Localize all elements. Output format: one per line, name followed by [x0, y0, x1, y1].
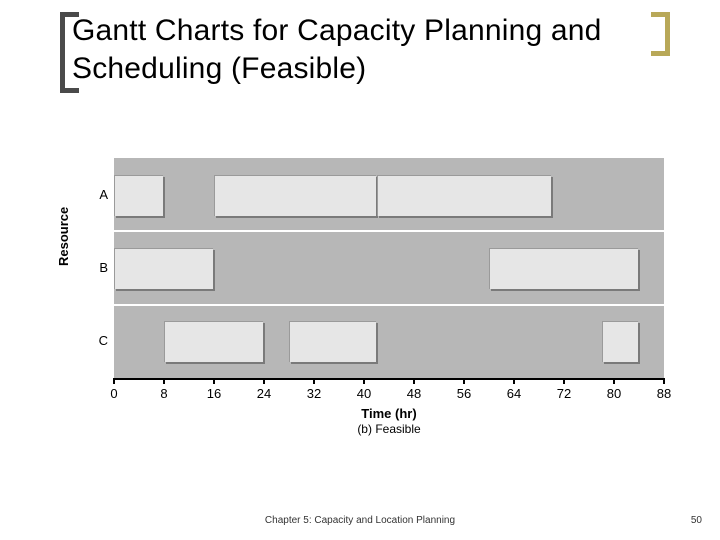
- x-tick-label: 72: [557, 386, 571, 401]
- x-axis-label: Time (hr): [114, 406, 664, 421]
- x-tick-label: 80: [607, 386, 621, 401]
- x-tick-label: 0: [110, 386, 117, 401]
- x-tick-label: 24: [257, 386, 271, 401]
- category-label: A: [90, 187, 108, 202]
- x-tick: [563, 378, 565, 384]
- gantt-bar: [602, 321, 639, 362]
- plot-area: [114, 158, 664, 378]
- footer-chapter: Chapter 5: Capacity and Location Plannin…: [0, 515, 720, 526]
- gantt-bar: [114, 175, 163, 216]
- title-bracket-left-icon: [60, 12, 79, 93]
- x-axis-line: [114, 378, 664, 380]
- gantt-bar: [289, 321, 376, 362]
- gantt-bar: [214, 175, 376, 216]
- x-tick-label: 40: [357, 386, 371, 401]
- x-tick-label: 64: [507, 386, 521, 401]
- x-tick: [313, 378, 315, 384]
- x-tick-label: 32: [307, 386, 321, 401]
- category-label: C: [90, 333, 108, 348]
- x-tick-label: 88: [657, 386, 671, 401]
- x-tick: [263, 378, 265, 384]
- slide-title-block: Gantt Charts for Capacity Planning and S…: [72, 12, 660, 87]
- row-divider: [114, 304, 664, 306]
- x-tick-label: 16: [207, 386, 221, 401]
- x-tick: [363, 378, 365, 384]
- gantt-bar: [114, 248, 213, 289]
- x-tick: [163, 378, 165, 384]
- footer-page-number: 50: [691, 515, 702, 526]
- gantt-bar: [164, 321, 263, 362]
- x-tick: [213, 378, 215, 384]
- x-tick: [513, 378, 515, 384]
- x-tick: [463, 378, 465, 384]
- row-divider: [114, 230, 664, 232]
- x-tick: [413, 378, 415, 384]
- x-tick: [113, 378, 115, 384]
- category-label: B: [90, 260, 108, 275]
- gantt-chart: Resource Time (hr) (b) Feasible A B C 0 8 16 2…: [58, 158, 664, 438]
- chart-subtitle: (b) Feasible: [114, 422, 664, 436]
- x-tick-label: 48: [407, 386, 421, 401]
- gantt-bar: [489, 248, 638, 289]
- x-tick-label: 8: [160, 386, 167, 401]
- y-axis-label: Resource: [56, 207, 71, 266]
- x-tick: [663, 378, 665, 384]
- title-bracket-right-icon: [651, 12, 670, 56]
- x-tick: [613, 378, 615, 384]
- gantt-bar: [377, 175, 551, 216]
- x-tick-label: 56: [457, 386, 471, 401]
- slide: Gantt Charts for Capacity Planning and S…: [0, 0, 720, 540]
- slide-title: Gantt Charts for Capacity Planning and S…: [72, 12, 660, 87]
